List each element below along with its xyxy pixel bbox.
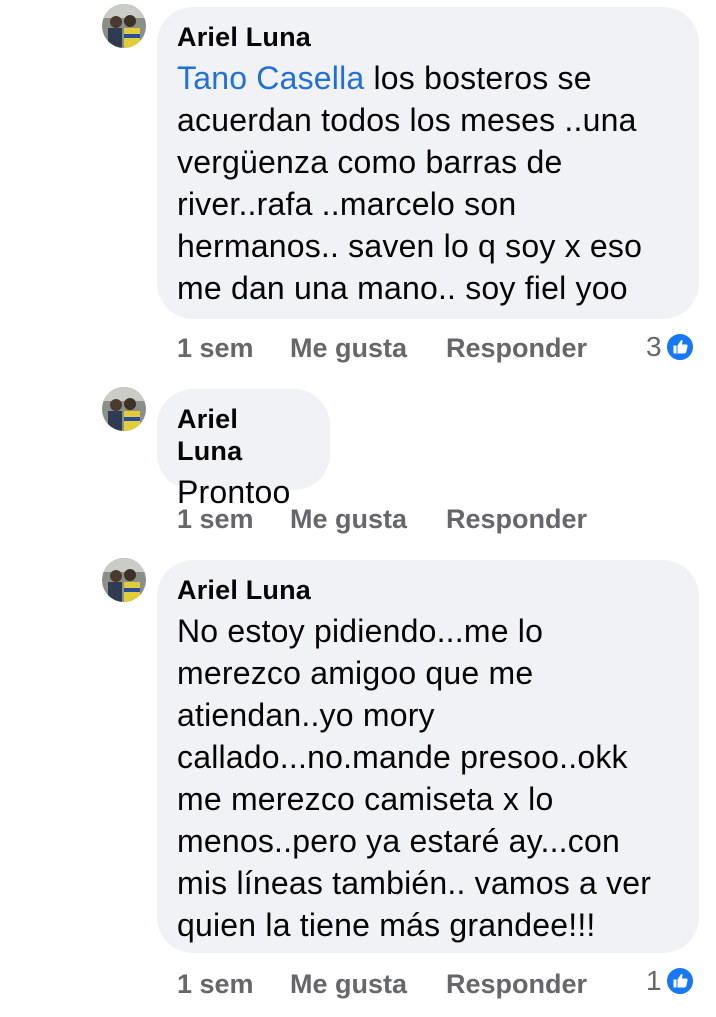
comment-bubble: Ariel Luna Tano Casella los bosteros se …	[157, 7, 699, 319]
comment-bubble: Ariel Luna No estoy pidiendo...me lo mer…	[157, 560, 699, 953]
reaction-count: 1	[646, 965, 662, 996]
comment-author[interactable]: Ariel Luna	[177, 21, 679, 53]
mention-link[interactable]: Tano Casella	[177, 60, 364, 96]
comment-author[interactable]: Ariel Luna	[177, 574, 679, 606]
avatar[interactable]	[102, 558, 146, 602]
comment-author[interactable]: Ariel Luna	[177, 403, 310, 467]
reply-button[interactable]: Responder	[446, 331, 587, 365]
reply-button[interactable]: Responder	[446, 967, 587, 1001]
avatar[interactable]	[102, 4, 146, 48]
like-icon	[664, 966, 695, 996]
comment-text-content: los bosteros se acuerdan todos los meses…	[177, 60, 643, 306]
comment-timestamp[interactable]: 1 sem	[177, 967, 254, 1001]
reaction-summary[interactable]: 3	[646, 330, 695, 364]
comment-timestamp[interactable]: 1 sem	[177, 502, 254, 536]
reply-button[interactable]: Responder	[446, 502, 587, 536]
comment-text: Tano Casella los bosteros se acuerdan to…	[177, 57, 679, 309]
comment-timestamp[interactable]: 1 sem	[177, 331, 254, 365]
like-icon	[664, 332, 695, 362]
avatar[interactable]	[102, 387, 146, 431]
comment-bubble: Ariel Luna Prontoo	[157, 389, 330, 510]
reaction-count: 3	[646, 331, 662, 362]
comment-text: No estoy pidiendo...me lo merezco amigoo…	[177, 613, 652, 943]
like-button[interactable]: Me gusta	[290, 502, 407, 536]
like-button[interactable]: Me gusta	[290, 967, 407, 1001]
like-button[interactable]: Me gusta	[290, 331, 407, 365]
reaction-summary[interactable]: 1	[646, 964, 695, 998]
